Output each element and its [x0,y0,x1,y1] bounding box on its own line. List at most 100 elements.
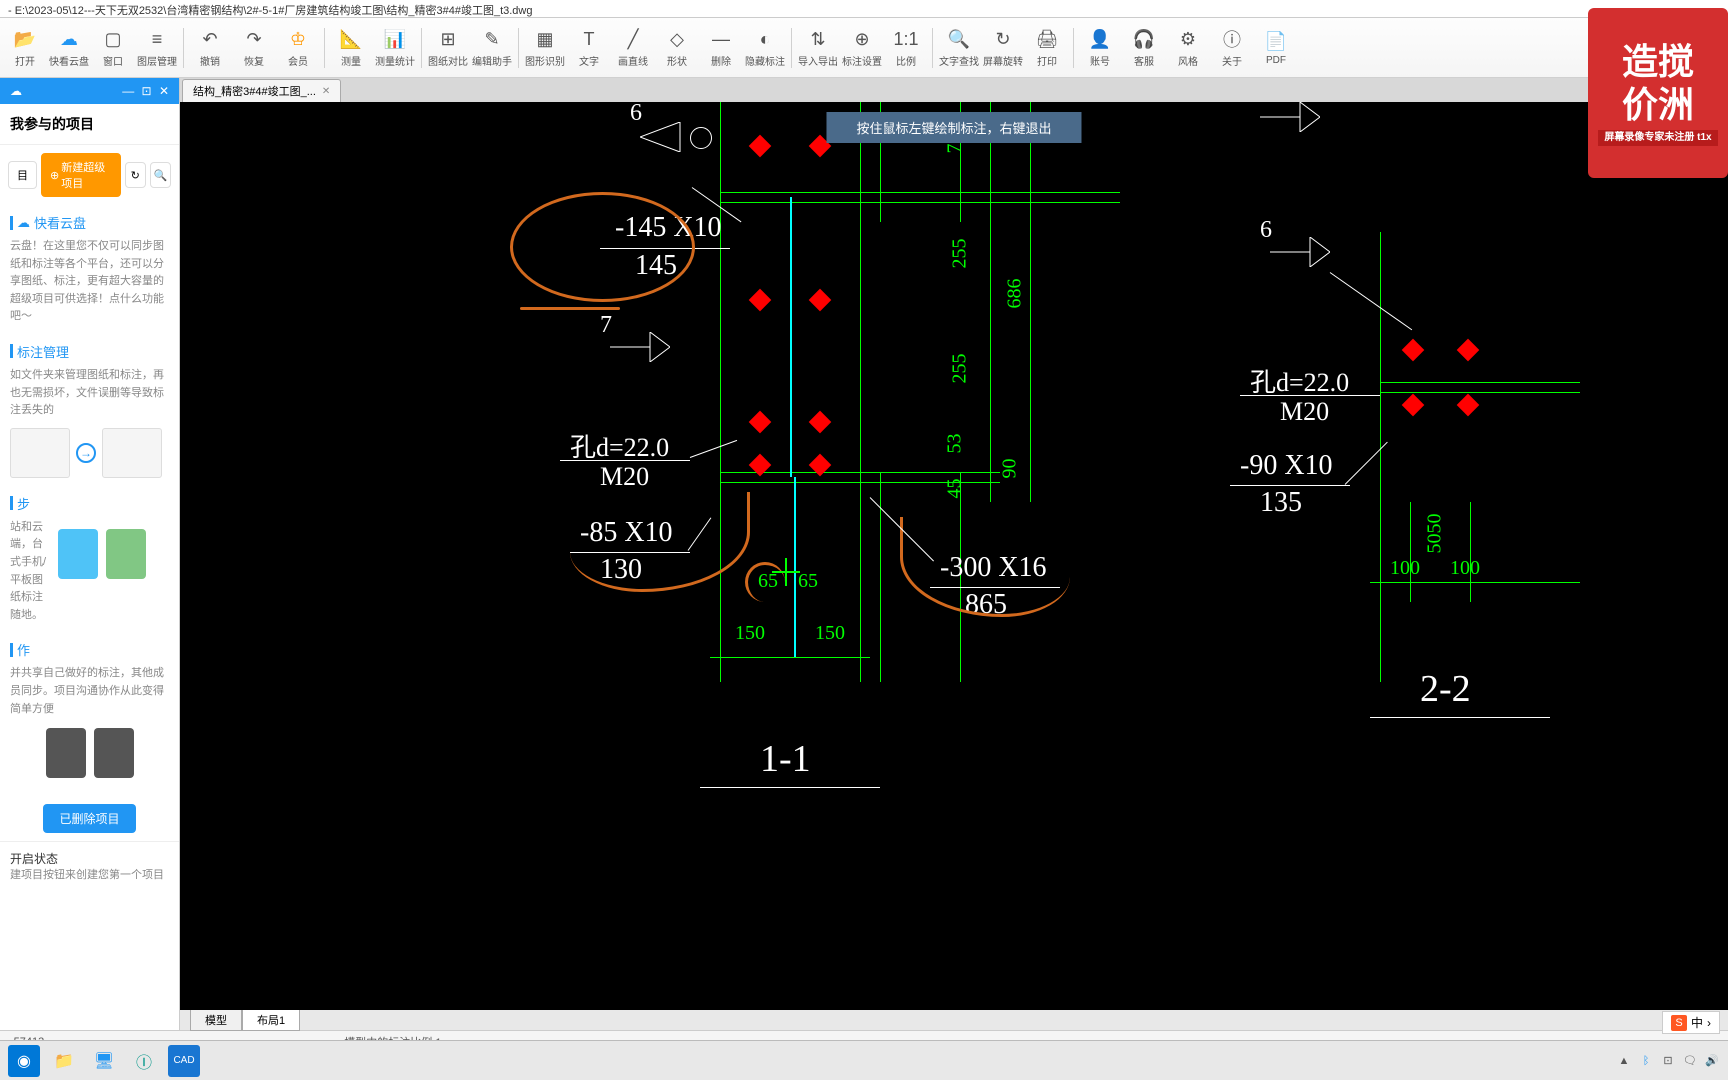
layout-tab-model[interactable]: 模型 [190,1009,242,1031]
cad-label: 135 [1260,487,1302,519]
cad-dimension: 45 [944,479,967,499]
arrow-icon [1270,237,1330,267]
arrow-icon [1260,102,1320,132]
bolt-icon [809,289,832,312]
toolbar-导入导出[interactable]: ⇅导入导出 [797,20,839,76]
annotation-text: 如文件夹来管理图纸和标注，再也无需损坏，文件误删等导致标注丢失的 [10,367,169,420]
cad-label: 孔d=22.0 [1250,362,1349,399]
arrow-icon: → [76,443,96,463]
search-button[interactable]: 🔍 [150,162,171,188]
thumb-image [102,428,162,478]
sidebar: ☁ — ⊡ ✕ 我参与的项目 目 ⊕ 新建超级项目 ↻ 🔍 ☁ 快看云盘 云盘！… [0,78,180,1030]
cad-label: M20 [600,462,649,492]
cad-dimension: 686 [1004,279,1027,309]
toolbar-文字[interactable]: T文字 [568,20,610,76]
toolbar-快看云盘[interactable]: ☁快看云盘 [48,20,90,76]
toolbar-删除[interactable]: —删除 [700,20,742,76]
toolbar: 📂打开☁快看云盘▢窗口≡图层管理 ↶撤销↷恢复♔会员 📐测量📊测量统计 ⊞图纸对比✎编… [0,18,1728,78]
taskbar-app[interactable]: 📁 [48,1045,80,1077]
toolbar-测量统计[interactable]: 📊测量统计 [374,20,416,76]
cad-canvas[interactable]: 按住鼠标左键绘制标注，右键退出 [180,102,1728,1010]
cad-dimension: 53 [944,434,967,454]
document-tab[interactable]: 结构_精密3#4#竣工图_... ✕ [182,79,341,102]
crosshair-cursor [778,564,794,580]
toolbar-文字查找[interactable]: 🔍文字查找 [938,20,980,76]
title-bar: - E:\2023-05\12---天下无双2532\台湾精密钢结构\2#-5-… [0,0,1728,18]
bolt-icon [1402,339,1425,362]
cad-dimension: 5050 [1424,514,1447,554]
cad-dimension: 100 [1450,557,1480,580]
toolbar-关于[interactable]: ⓘ关于 [1211,20,1253,76]
toolbar-编辑助手[interactable]: ✎编辑助手 [471,20,513,76]
bolt-icon [809,411,832,434]
collab-text: 并共享自己做好的标注，其他成员同步。项目沟通协作从此变得简单方便 [10,665,169,718]
tab-close-icon[interactable]: ✕ [322,86,330,97]
tray-icon[interactable]: 🗨 [1682,1053,1698,1069]
cloud-icon: ☁ [10,84,22,98]
cloud-icon: ☁ [17,215,30,231]
ime-arrow-icon: › [1707,1016,1711,1030]
toolbar-比例[interactable]: 1:1比例 [885,20,927,76]
cloud-section-title: ☁ 快看云盘 [10,213,169,232]
tray-icon[interactable]: ▲ [1616,1053,1632,1069]
expand-icon[interactable]: ⊡ [142,84,152,98]
watermark: 造搅 价洲 屏幕录像专家未注册 t1x [1588,8,1728,178]
taskbar-app[interactable]: CAD [168,1045,200,1077]
toolbar-打印[interactable]: 🖨打印 [1026,20,1068,76]
bluetooth-icon[interactable]: ᛒ [1638,1053,1654,1069]
cloud-text: 云盘！在这里您不仅可以同步图纸和标注等各个平台，还可以分享图纸、标注，更有超大容… [10,238,169,326]
taskbar-app[interactable]: ◉ [8,1045,40,1077]
toolbar-会员[interactable]: ♔会员 [277,20,319,76]
toolbar-打开[interactable]: 📂打开 [4,20,46,76]
plus-icon: ⊕ [50,169,59,182]
toolbar-图形识别[interactable]: ▦图形识别 [524,20,566,76]
toolbar-隐藏标注[interactable]: ◐隐藏标注 [744,20,786,76]
toolbar-账号[interactable]: 👤账号 [1079,20,1121,76]
toolbar-形状[interactable]: ◇形状 [656,20,698,76]
toolbar-PDF[interactable]: 📄PDF [1255,20,1297,76]
new-super-project-button[interactable]: ⊕ 新建超级项目 [41,153,121,197]
arrow-icon [610,332,670,362]
bolt-icon [749,289,772,312]
system-tray: ▲ ᛒ ⊡ 🗨 🔊 [1616,1053,1720,1069]
thumb-image [10,428,70,478]
layout-tabs: 模型 布局1 [180,1010,1728,1030]
toolbar-标注设置[interactable]: ⊕标注设置 [841,20,883,76]
sync-section-title: 步 [10,494,169,513]
toolbar-图纸对比[interactable]: ⊞图纸对比 [427,20,469,76]
toolbar-客服[interactable]: 🎧客服 [1123,20,1165,76]
taskbar-app[interactable]: Ⓘ [128,1045,160,1077]
circle-icon [690,127,712,149]
toolbar-恢复[interactable]: ↷恢复 [233,20,275,76]
toolbar-窗口[interactable]: ▢窗口 [92,20,134,76]
bolt-icon [1457,339,1480,362]
sync-text: 站和云端，台式手机/平板图纸标注随地。 [10,519,50,625]
tray-icon[interactable]: ⊡ [1660,1053,1676,1069]
toolbar-撤销[interactable]: ↶撤销 [189,20,231,76]
cad-dimension: 100 [1390,557,1420,580]
cad-label: -90 X10 [1240,450,1333,482]
toolbar-风格[interactable]: ⚙风格 [1167,20,1209,76]
deleted-projects-button[interactable]: 已删除项目 [43,804,135,833]
layout-tab-layout1[interactable]: 布局1 [242,1009,300,1031]
toolbar-屏幕旋转[interactable]: ↻屏幕旋转 [982,20,1024,76]
volume-icon[interactable]: 🔊 [1704,1053,1720,1069]
toolbar-画直线[interactable]: ╱画直线 [612,20,654,76]
cad-dimension: 150 [815,622,845,645]
taskbar: ◉ 📁 🖥 Ⓘ CAD ▲ ᛒ ⊡ 🗨 🔊 [0,1040,1728,1080]
sync-illustration [58,519,146,589]
cad-dimension: 255 [949,239,972,269]
annotation-circle [510,192,695,302]
close-icon[interactable]: ✕ [159,84,169,98]
annotation-curve [900,517,1070,617]
toolbar-图层管理[interactable]: ≡图层管理 [136,20,178,76]
minimize-icon[interactable]: — [122,84,134,98]
taskbar-app[interactable]: 🖥 [88,1045,120,1077]
bolt-icon [749,411,772,434]
ime-indicator[interactable]: S 中 › [1662,1011,1720,1034]
collab-section-title: 作 [10,640,169,659]
refresh-button[interactable]: ↻ [125,162,146,188]
hint-bar: 按住鼠标左键绘制标注，右键退出 [826,112,1081,143]
project-button[interactable]: 目 [8,161,37,189]
toolbar-测量[interactable]: 📐测量 [330,20,372,76]
